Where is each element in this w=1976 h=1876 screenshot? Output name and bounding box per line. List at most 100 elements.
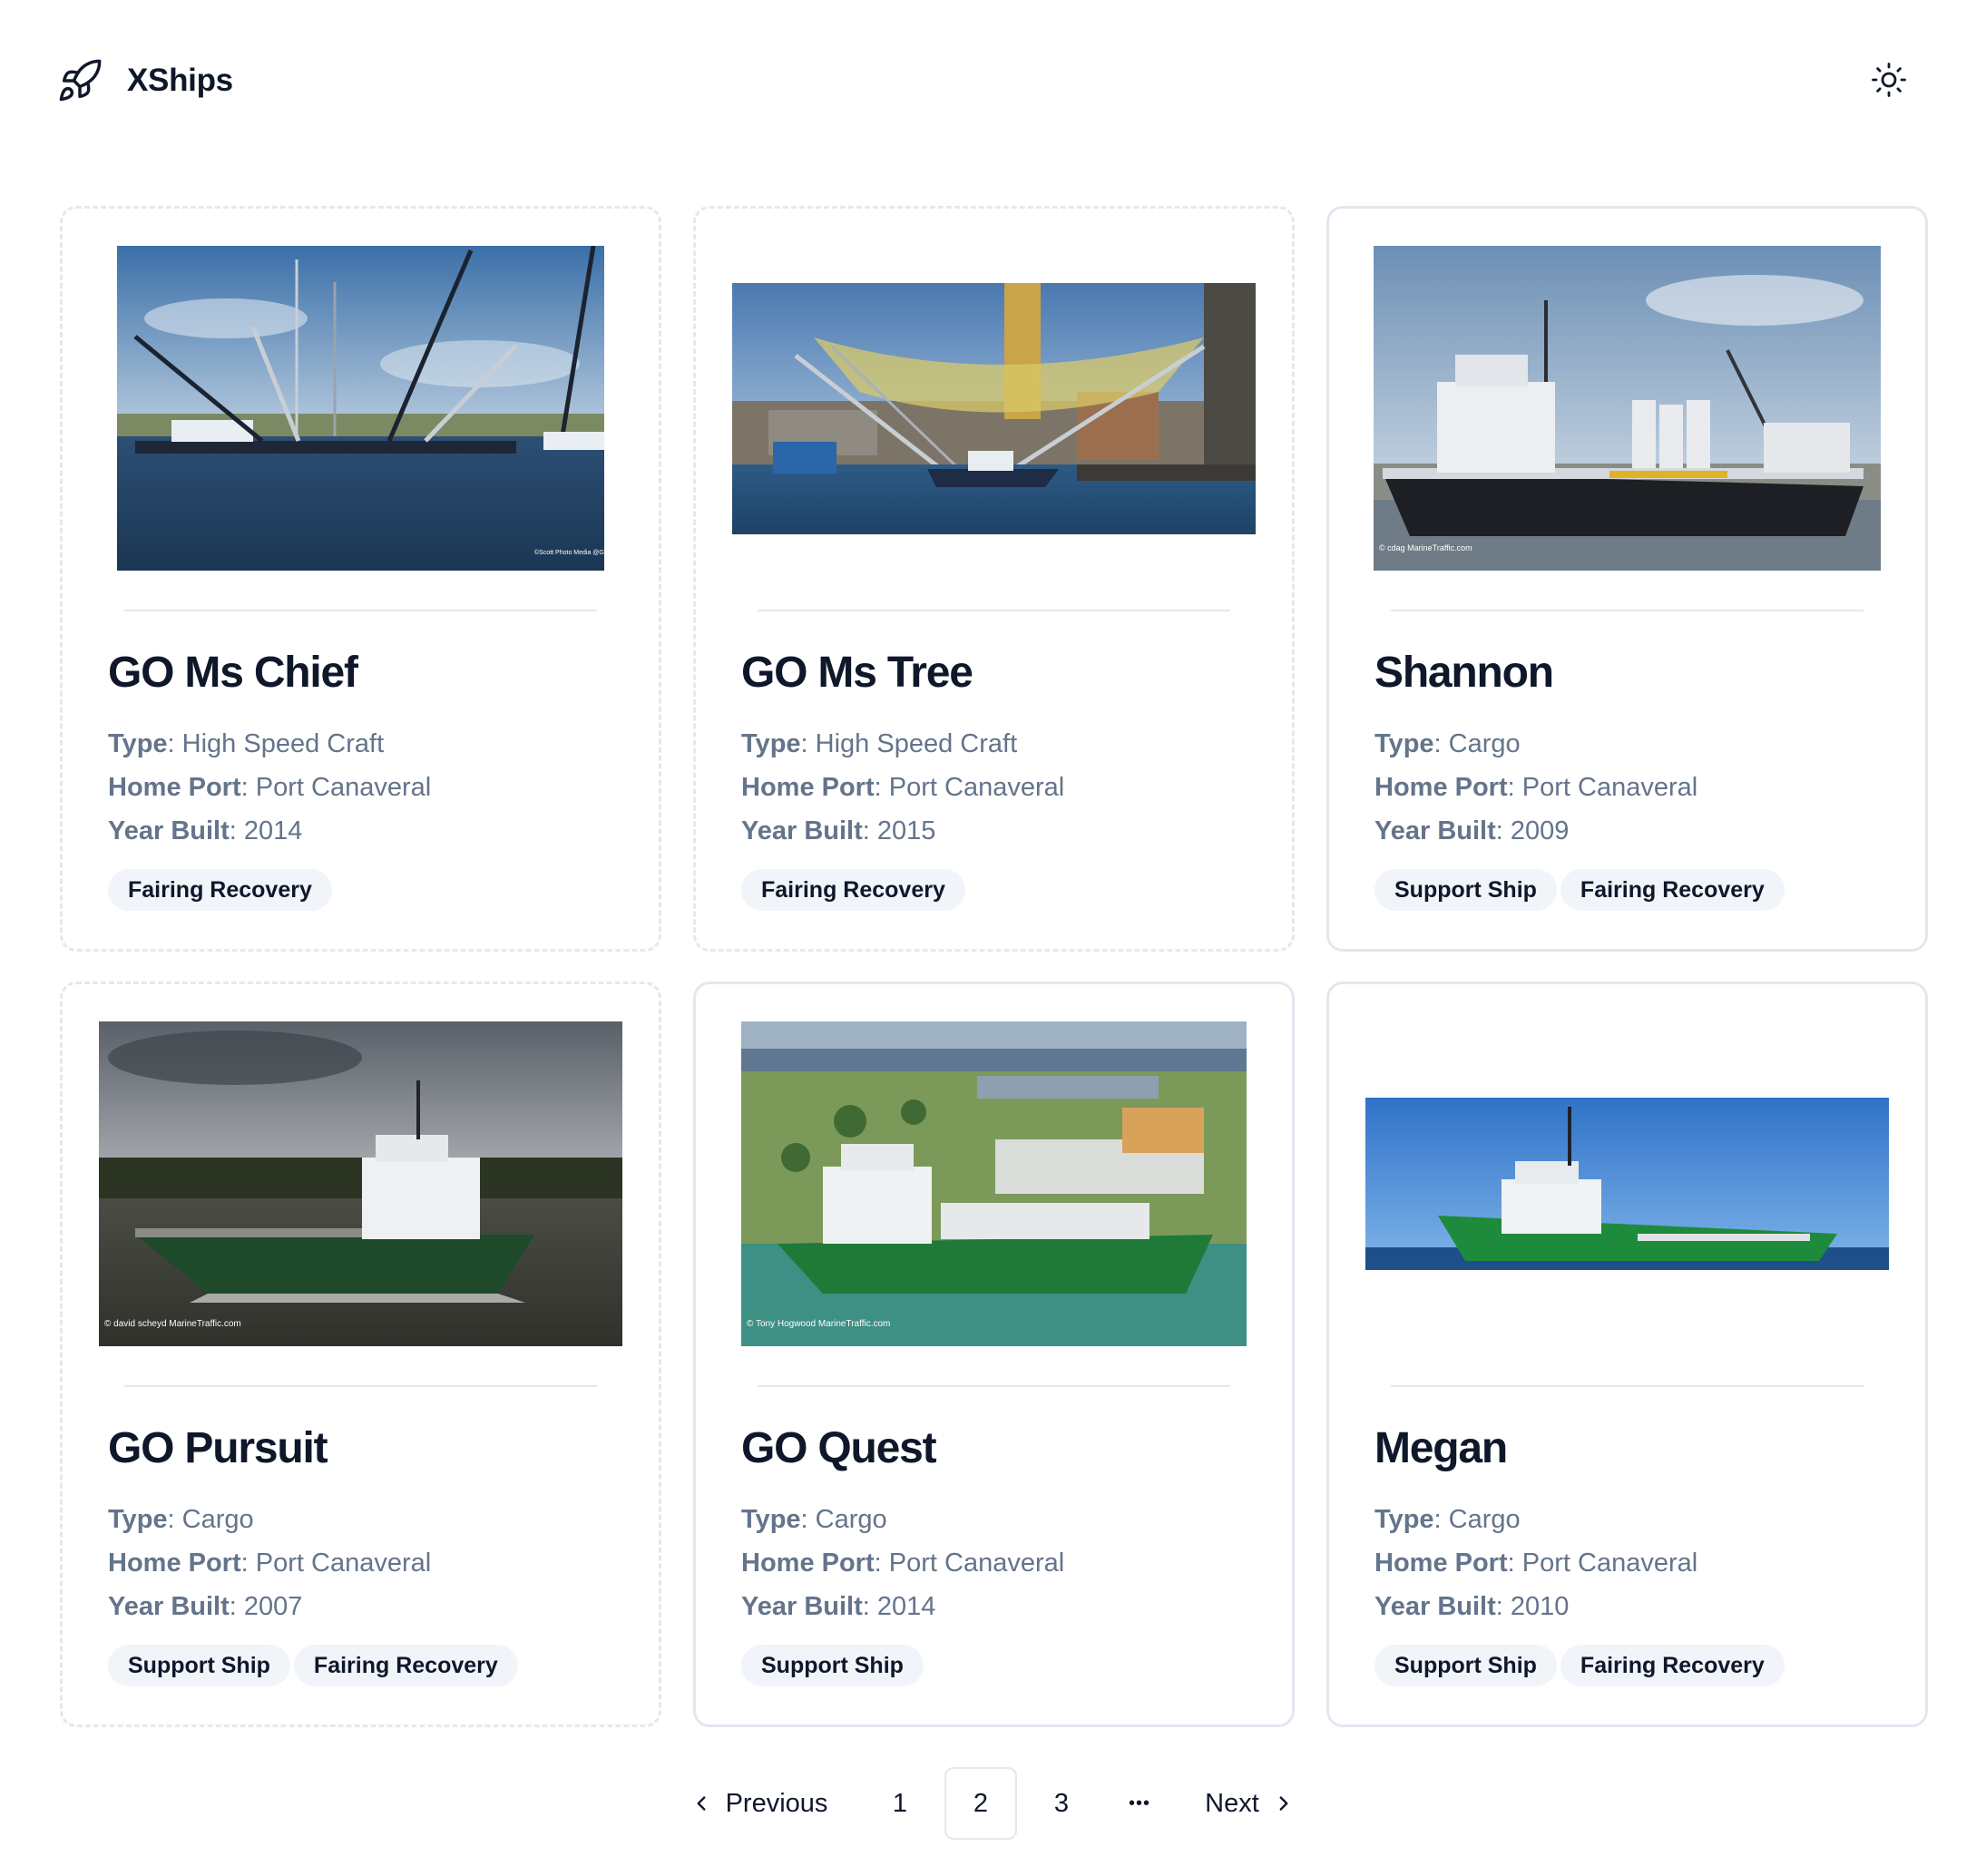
ship-year-built: Year Built: 2015 — [741, 816, 936, 845]
ship-card[interactable]: GO Ms Tree Type: High Speed Craft Home P… — [693, 206, 1295, 952]
home-port-value: Port Canaveral — [255, 1549, 432, 1578]
ship-details: Type: Cargo Home Port: Port Canaveral Ye… — [1374, 722, 1697, 853]
home-port-label: Home Port — [108, 773, 241, 802]
ship-photo — [1365, 1098, 1889, 1270]
role-tag: Fairing Recovery — [741, 869, 965, 911]
svg-text:© cdag MarineTraffic.com: © cdag MarineTraffic.com — [1379, 543, 1472, 552]
ship-card[interactable]: © Tony Hogwood MarineTraffic.com GO Ques… — [693, 982, 1295, 1727]
home-port-label: Home Port — [741, 773, 875, 802]
role-tags: Fairing Recovery — [741, 869, 965, 911]
home-port-value: Port Canaveral — [1521, 1549, 1698, 1578]
card-divider — [1391, 1385, 1864, 1387]
home-port-label: Home Port — [1374, 773, 1508, 802]
ship-photo: © cdag MarineTraffic.com — [1374, 246, 1881, 571]
type-label: Type — [741, 1505, 801, 1534]
type-label: Type — [1374, 729, 1434, 758]
role-tags: Support Ship — [741, 1645, 924, 1686]
ship-type: Type: Cargo — [108, 1505, 254, 1534]
ship-name: Shannon — [1374, 649, 1554, 697]
role-tag: Support Ship — [108, 1645, 290, 1686]
home-port-value: Port Canaveral — [888, 1549, 1065, 1578]
type-label: Type — [108, 729, 168, 758]
card-divider — [124, 610, 597, 611]
home-port-value: Port Canaveral — [255, 773, 432, 802]
role-tag: Fairing Recovery — [108, 869, 332, 911]
ship-year-built: Year Built: 2014 — [108, 816, 303, 845]
next-page-button[interactable]: Next — [1196, 1767, 1305, 1840]
card-divider — [758, 610, 1230, 611]
ship-details: Type: Cargo Home Port: Port Canaveral Ye… — [108, 1498, 431, 1628]
year-built-label: Year Built — [1374, 816, 1496, 845]
ship-card[interactable]: ©Scott Photo Media @Greybeard_photo GO M… — [60, 206, 661, 952]
ship-photo: © david scheyd MarineTraffic.com — [99, 1021, 622, 1346]
ship-year-built: Year Built: 2007 — [108, 1592, 303, 1621]
year-built-label: Year Built — [1374, 1592, 1496, 1621]
ship-home-port: Home Port: Port Canaveral — [741, 773, 1065, 802]
ship-name: GO Ms Chief — [108, 649, 358, 697]
ship-year-built: Year Built: 2010 — [1374, 1592, 1570, 1621]
ship-home-port: Home Port: Port Canaveral — [108, 1549, 432, 1578]
year-built-label: Year Built — [741, 816, 863, 845]
ship-type: Type: High Speed Craft — [108, 729, 385, 758]
role-tag: Fairing Recovery — [293, 1645, 518, 1686]
year-built-label: Year Built — [741, 1592, 863, 1621]
next-label: Next — [1205, 1788, 1259, 1818]
card-divider — [1391, 610, 1864, 611]
pagination: Previous 1 2 3 ••• Next — [0, 1767, 1976, 1840]
home-port-value: Port Canaveral — [1521, 773, 1698, 802]
type-value: High Speed Craft — [181, 729, 385, 758]
ships-grid: ©Scott Photo Media @Greybeard_photo GO M… — [0, 0, 1976, 1742]
type-label: Type — [741, 729, 801, 758]
ship-details: Type: Cargo Home Port: Port Canaveral Ye… — [1374, 1498, 1697, 1628]
role-tags: Support Ship Fairing Recovery — [108, 1645, 518, 1686]
year-built-label: Year Built — [108, 1592, 230, 1621]
ship-photo — [732, 282, 1256, 534]
ship-name: GO Quest — [741, 1424, 937, 1472]
home-port-value: Port Canaveral — [888, 773, 1065, 802]
type-label: Type — [108, 1505, 168, 1534]
ship-photo: ©Scott Photo Media @Greybeard_photo — [117, 246, 604, 571]
pagination-ellipsis: ••• — [1128, 1793, 1150, 1813]
ship-home-port: Home Port: Port Canaveral — [1374, 1549, 1698, 1578]
ship-details: Type: Cargo Home Port: Port Canaveral Ye… — [741, 1498, 1064, 1628]
page-3-button[interactable]: 3 — [1025, 1767, 1098, 1840]
ship-home-port: Home Port: Port Canaveral — [741, 1549, 1065, 1578]
card-divider — [124, 1385, 597, 1387]
card-divider — [758, 1385, 1230, 1387]
page-1-button[interactable]: 1 — [864, 1767, 936, 1840]
ship-name: GO Pursuit — [108, 1424, 328, 1472]
role-tags: Support Ship Fairing Recovery — [1374, 1645, 1785, 1686]
ship-type: Type: Cargo — [1374, 1505, 1521, 1534]
role-tag: Support Ship — [741, 1645, 924, 1686]
previous-page-button[interactable]: Previous — [686, 1767, 831, 1840]
ship-card[interactable]: © cdag MarineTraffic.com Shannon Type: C… — [1326, 206, 1928, 952]
svg-text:© Tony Hogwood MarineTraffic.c: © Tony Hogwood MarineTraffic.com — [747, 1319, 890, 1329]
ship-type: Type: Cargo — [741, 1505, 887, 1534]
ship-home-port: Home Port: Port Canaveral — [1374, 773, 1698, 802]
ship-card[interactable]: © david scheyd MarineTraffic.com GO Purs… — [60, 982, 661, 1727]
year-built-label: Year Built — [108, 816, 230, 845]
ship-name: Megan — [1374, 1424, 1508, 1472]
role-tag: Support Ship — [1374, 1645, 1557, 1686]
type-value: Cargo — [1448, 729, 1521, 758]
ship-photo: © Tony Hogwood MarineTraffic.com — [741, 1021, 1247, 1346]
year-built-value: 2014 — [876, 1592, 936, 1621]
role-tag: Support Ship — [1374, 869, 1557, 911]
ship-type: Type: Cargo — [1374, 729, 1521, 758]
year-built-value: 2007 — [243, 1592, 303, 1621]
ship-name: GO Ms Tree — [741, 649, 973, 697]
page-2-button[interactable]: 2 — [944, 1767, 1017, 1840]
home-port-label: Home Port — [108, 1549, 241, 1578]
type-label: Type — [1374, 1505, 1434, 1534]
ship-year-built: Year Built: 2014 — [741, 1592, 936, 1621]
ship-card[interactable]: Megan Type: Cargo Home Port: Port Canave… — [1326, 982, 1928, 1727]
ship-details: Type: High Speed Craft Home Port: Port C… — [741, 722, 1064, 853]
year-built-value: 2015 — [876, 816, 936, 845]
home-port-label: Home Port — [741, 1549, 875, 1578]
ship-details: Type: High Speed Craft Home Port: Port C… — [108, 722, 431, 853]
ship-year-built: Year Built: 2009 — [1374, 816, 1570, 845]
role-tags: Support Ship Fairing Recovery — [1374, 869, 1785, 911]
type-value: Cargo — [815, 1505, 887, 1534]
type-value: Cargo — [181, 1505, 254, 1534]
chevron-left-icon — [697, 1796, 706, 1811]
